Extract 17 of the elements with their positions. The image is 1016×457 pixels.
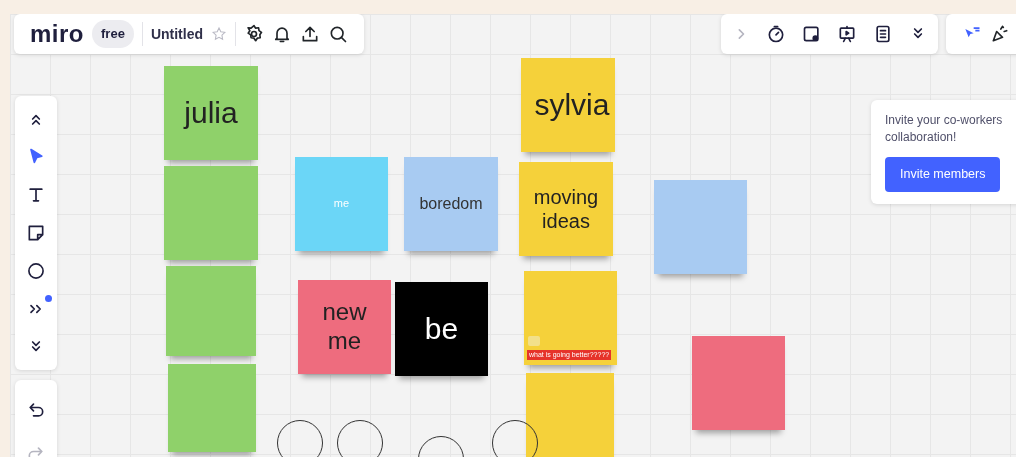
sticky-note[interactable]: boredom [404, 157, 498, 251]
sticky-text: be [423, 311, 460, 347]
sticky-note[interactable]: be [395, 282, 488, 376]
sticky-text: boredom [418, 194, 484, 214]
sticky-note[interactable]: sylvia [521, 58, 615, 152]
plan-badge: free [92, 20, 134, 48]
sticky-note[interactable]: moving ideas [519, 162, 613, 256]
invite-members-button[interactable]: Invite members [885, 156, 1001, 192]
sticky-text: julia [182, 95, 239, 131]
board-title[interactable]: Untitled [150, 23, 203, 45]
sticky-text: moving ideas [532, 185, 600, 233]
sticky-text: me [332, 197, 351, 211]
invite-message: Invite your co-workers collaboration! [885, 112, 1004, 147]
sticky-text: new me [321, 298, 368, 356]
logo[interactable]: miro [30, 16, 84, 52]
sticky-note[interactable]: julia [164, 66, 258, 160]
sticky-note[interactable]: new me [298, 280, 391, 374]
